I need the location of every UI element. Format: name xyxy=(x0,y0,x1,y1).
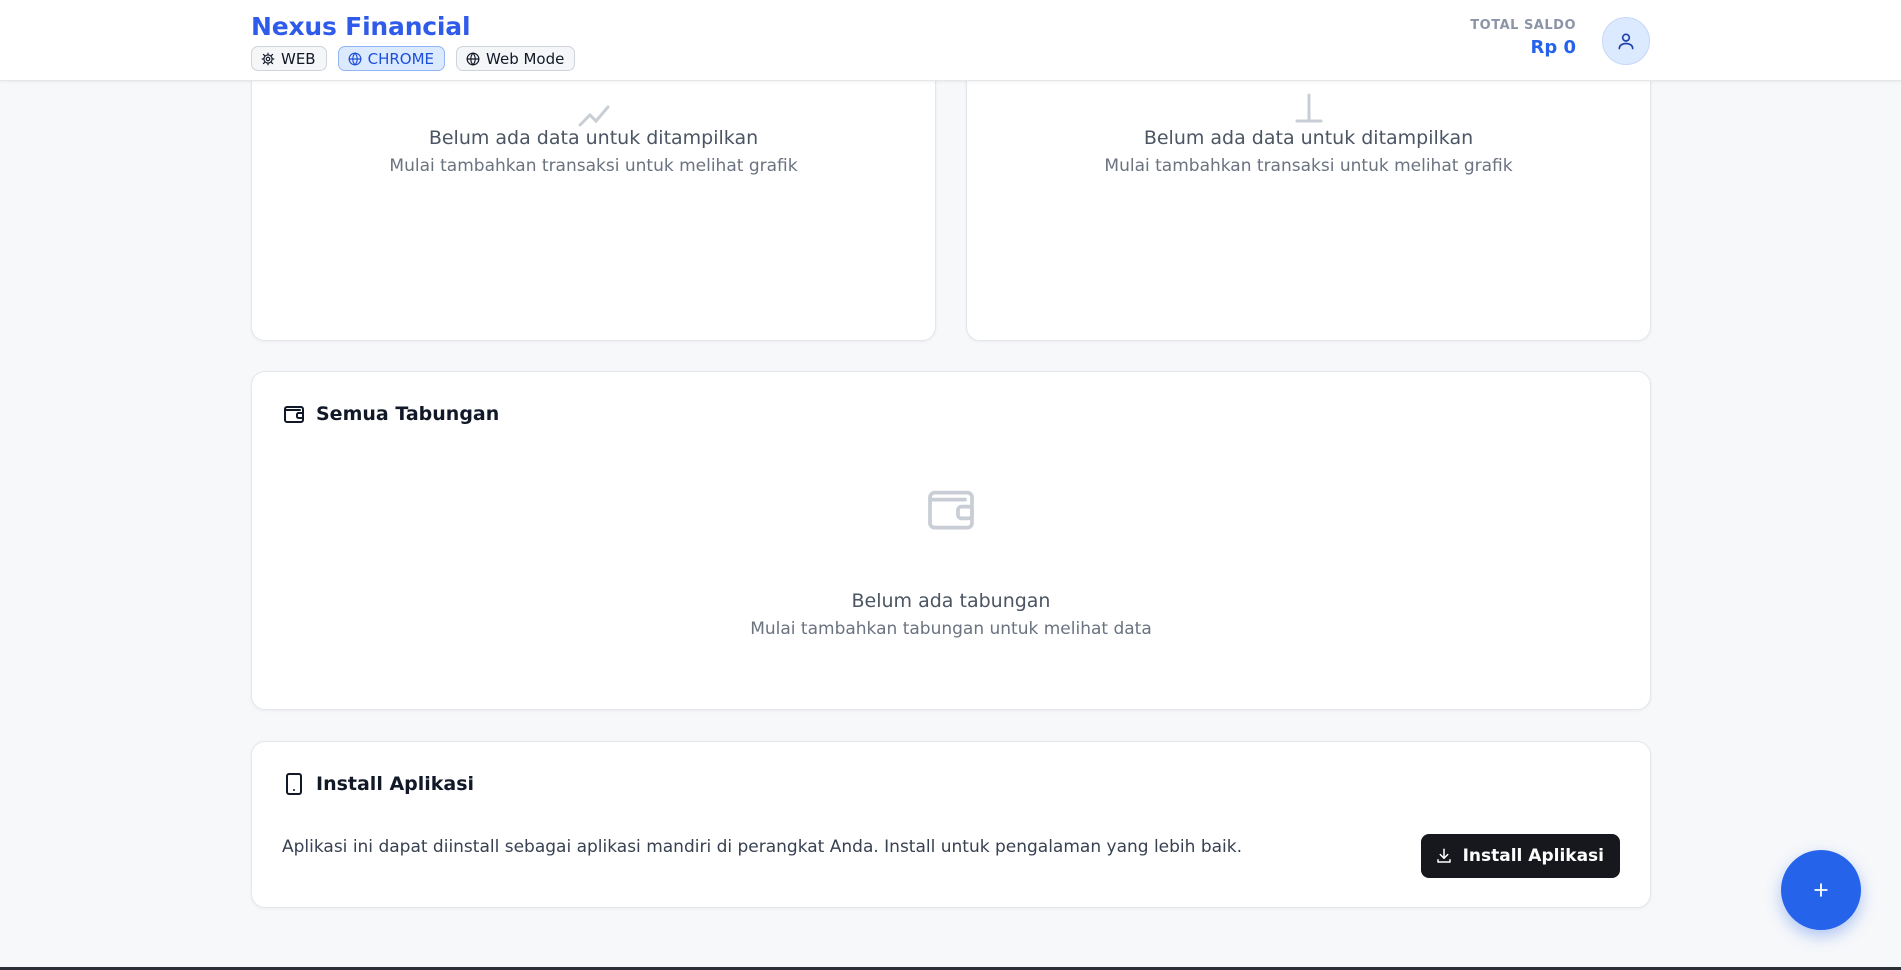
chart-card-right: Belum ada data untuk ditampilkan Mulai t… xyxy=(966,40,1651,341)
empty-subtitle: Mulai tambahkan tabungan untuk melihat d… xyxy=(750,619,1152,639)
avatar-button[interactable] xyxy=(1602,17,1650,65)
trend-icon xyxy=(578,105,609,127)
chip-label: Web Mode xyxy=(486,49,565,68)
empty-title: Belum ada tabungan xyxy=(851,590,1051,612)
install-app-button[interactable]: Install Aplikasi xyxy=(1420,834,1620,878)
wallet-icon xyxy=(284,406,304,423)
savings-title: Semua Tabungan xyxy=(316,403,500,425)
savings-card: Semua Tabungan Belum ada tabungan Mulai … xyxy=(251,371,1651,710)
chip-web: WEB xyxy=(251,46,327,71)
savings-heading: Semua Tabungan xyxy=(282,402,499,426)
app-header: Nexus Financial WEB CHROME Web Mode TOTA… xyxy=(0,0,1901,81)
wallet-icon xyxy=(928,490,974,530)
globe-icon xyxy=(466,51,480,66)
chip-chrome: CHROME xyxy=(337,46,446,71)
platform-chips: WEB CHROME Web Mode xyxy=(251,46,576,71)
saldo-value: Rp 0 xyxy=(1530,37,1576,58)
chip-label: CHROME xyxy=(367,49,435,68)
plus-icon xyxy=(1814,883,1828,897)
install-card: Install Aplikasi Aplikasi ini dapat diin… xyxy=(251,741,1651,908)
chart-card-left: Belum ada data untuk ditampilkan Mulai t… xyxy=(251,40,936,341)
empty-subtitle: Mulai tambahkan transaksi untuk melihat … xyxy=(389,156,798,176)
install-button-label: Install Aplikasi xyxy=(1462,846,1604,866)
download-icon xyxy=(1436,848,1451,863)
install-title: Install Aplikasi xyxy=(316,773,475,795)
total-saldo: TOTAL SALDO Rp 0 xyxy=(1470,18,1576,58)
chip-label: WEB xyxy=(281,49,316,68)
chip-web-mode: Web Mode xyxy=(456,46,576,71)
install-heading: Install Aplikasi xyxy=(282,772,474,796)
globe-icon xyxy=(348,51,362,66)
saldo-label: TOTAL SALDO xyxy=(1470,18,1576,33)
install-description: Aplikasi ini dapat diinstall sebagai apl… xyxy=(282,837,1243,857)
add-transaction-fab[interactable] xyxy=(1781,850,1861,930)
user-icon xyxy=(1618,33,1634,50)
tablet-icon xyxy=(286,773,302,795)
empty-title: Belum ada data untuk ditampilkan xyxy=(428,127,759,149)
empty-title: Belum ada data untuk ditampilkan xyxy=(1143,127,1474,149)
gear-icon xyxy=(261,52,275,65)
pie-chart-icon xyxy=(1295,93,1322,123)
brand-title[interactable]: Nexus Financial xyxy=(251,12,471,41)
empty-subtitle: Mulai tambahkan transaksi untuk melihat … xyxy=(1104,156,1513,176)
